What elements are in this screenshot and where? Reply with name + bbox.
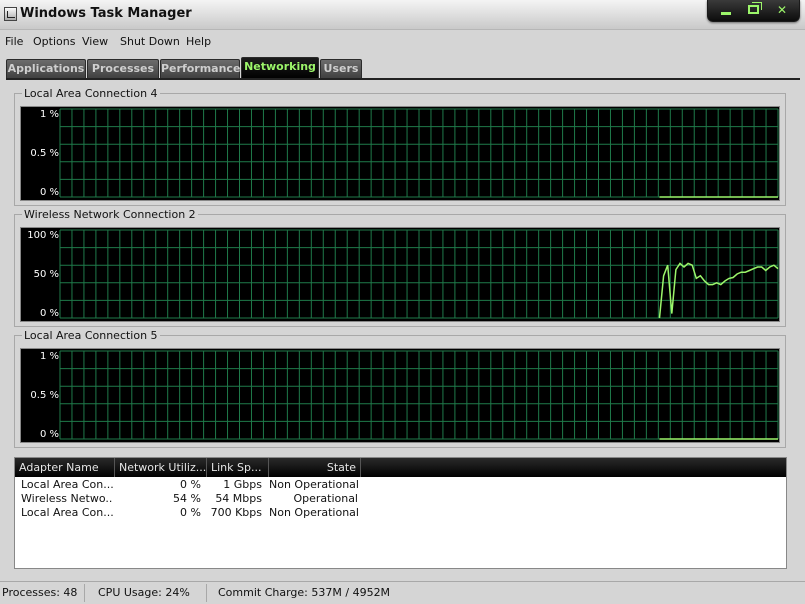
cell-state: Operational [293,492,358,505]
minimize-icon [721,12,731,15]
cell-link-speed: 1 Gbps [223,478,262,491]
graph-canvas [59,350,779,440]
status-cpu-usage: CPU Usage: 24% [98,586,190,599]
maximize-button[interactable] [742,2,766,18]
menu-help[interactable]: Help [186,35,211,48]
tab-applications[interactable]: Applications [6,59,86,79]
column-state[interactable]: State [269,458,361,477]
status-divider [206,584,207,602]
y-label-mid: 0.5 % [30,390,59,401]
window-title: Windows Task Manager [20,6,192,21]
column-link-speed[interactable]: Link Sp... [207,458,269,477]
window-controls: ✕ [707,0,800,22]
cell-state: Non Operational [269,478,358,491]
cell-utilization: 0 % [180,506,201,519]
menu-options[interactable]: Options [33,35,75,48]
graph-label-wireless: Wireless Network Connection 2 [22,208,198,221]
menu-bar: File Options View Shut Down Help [0,31,805,51]
maximize-icon [748,2,762,14]
column-adapter-name[interactable]: Adapter Name [15,458,115,477]
table-row[interactable]: Local Area Con... 0 % 700 Kbps Non Opera… [15,506,786,520]
cell-utilization: 54 % [173,492,201,505]
graph-label-lan4: Local Area Connection 4 [22,87,160,100]
status-bar: Processes: 48 CPU Usage: 24% Commit Char… [0,581,805,604]
close-button[interactable]: ✕ [770,2,794,18]
menu-shut-down[interactable]: Shut Down [120,35,180,48]
y-label-min: 0 % [39,429,59,440]
minimize-button[interactable] [714,2,738,18]
graph-label-lan5: Local Area Connection 5 [22,329,160,342]
cell-utilization: 0 % [180,478,201,491]
y-label-min: 0 % [39,308,59,319]
status-processes: Processes: 48 [2,586,78,599]
cell-link-speed: 700 Kbps [210,506,262,519]
tab-users[interactable]: Users [320,59,362,79]
y-label-max: 100 % [27,230,59,241]
cell-adapter-name: Wireless Netwo... [21,492,113,505]
tab-networking[interactable]: Networking [241,57,319,79]
graph-canvas [59,108,779,198]
utilization-trace [658,262,779,319]
tab-performance[interactable]: Performance [160,59,240,79]
y-label-mid: 0.5 % [30,148,59,159]
y-label-mid: 50 % [33,269,59,280]
status-divider [84,584,85,602]
cell-adapter-name: Local Area Con... [21,478,113,491]
y-label-max: 1 % [39,351,59,362]
y-label-max: 1 % [39,109,59,120]
column-network-utilization[interactable]: Network Utiliz... [115,458,207,477]
cell-adapter-name: Local Area Con... [21,506,113,519]
cell-link-speed: 54 Mbps [215,492,262,505]
table-row[interactable]: Wireless Netwo... 54 % 54 Mbps Operation… [15,492,786,506]
menu-view[interactable]: View [82,35,108,48]
tab-strip: Applications Processes Performance Netwo… [6,57,801,79]
graph-lan5: 1 % 0.5 % 0 % [20,348,780,443]
title-bar: Windows Task Manager ✕ [0,0,805,30]
graph-lan4: 1 % 0.5 % 0 % [20,106,780,201]
adapter-table[interactable]: Adapter Name Network Utiliz... Link Sp..… [14,457,787,569]
menu-file[interactable]: File [5,35,23,48]
y-label-min: 0 % [39,187,59,198]
table-header: Adapter Name Network Utiliz... Link Sp..… [15,458,786,477]
graph-wireless: 100 % 50 % 0 % [20,227,780,322]
cell-state: Non Operational [269,506,358,519]
tab-processes[interactable]: Processes [87,59,159,79]
close-icon: ✕ [776,3,788,17]
graph-canvas [59,229,779,319]
table-row[interactable]: Local Area Con... 0 % 1 Gbps Non Operati… [15,478,786,492]
status-commit-charge: Commit Charge: 537M / 4952M [218,586,391,599]
task-manager-icon [4,7,17,21]
